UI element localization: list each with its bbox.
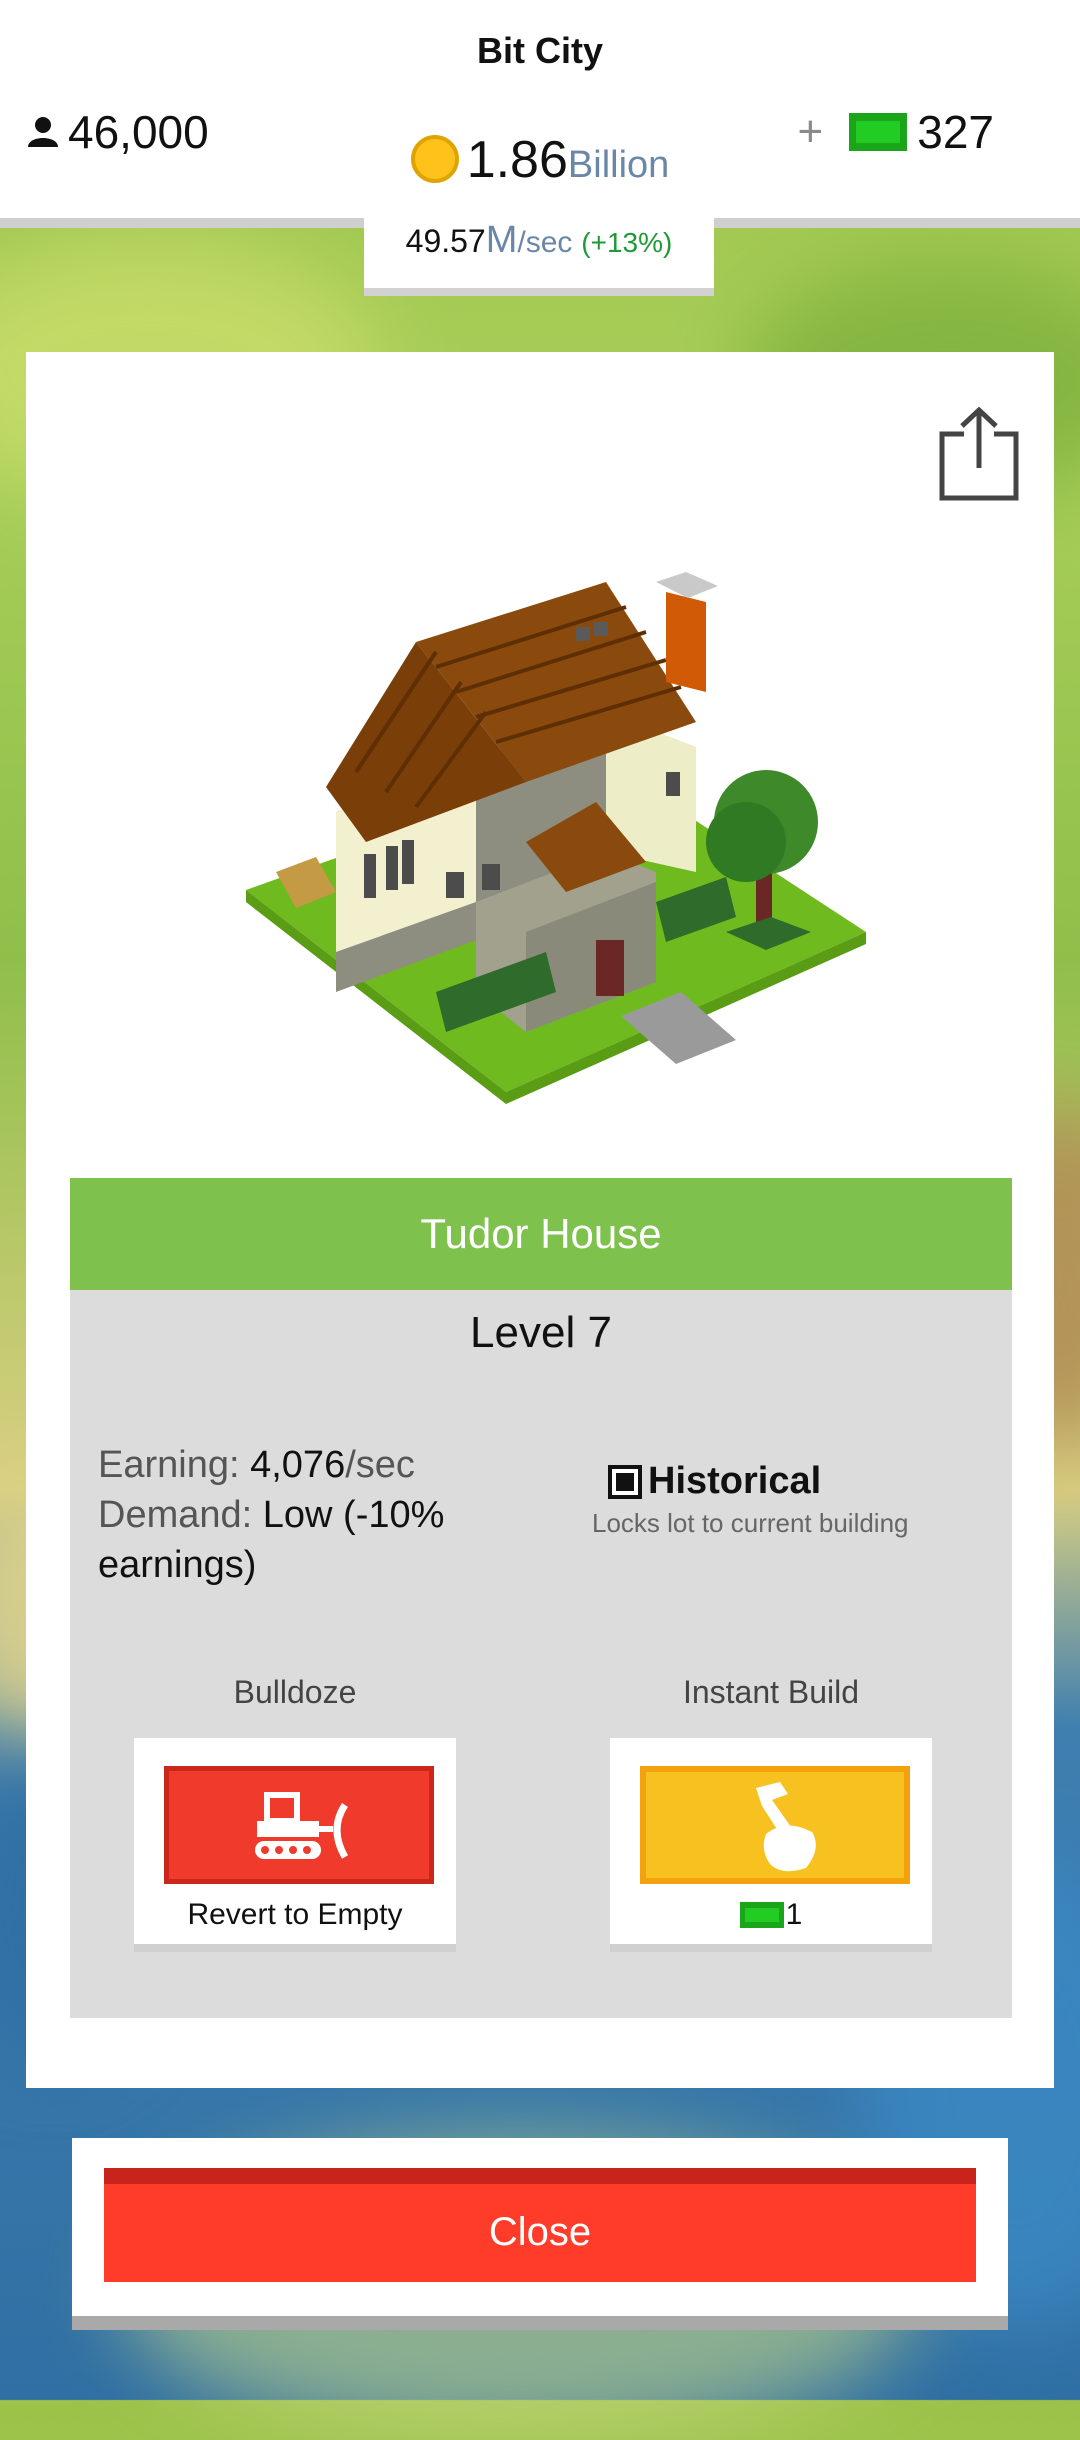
building-info-panel: Tudor House Level 7 Earning: 4,076/sec D… <box>70 1178 1012 2018</box>
checkbox-icon[interactable] <box>608 1464 642 1499</box>
demand-row: Demand: Low (-10% earnings) <box>98 1490 498 1590</box>
demand-label: Demand: <box>98 1494 253 1536</box>
building-level: Level 7 <box>470 1308 612 1357</box>
coins-unit: Billion <box>567 144 670 186</box>
instant-build-label: Instant Build <box>682 1674 860 1710</box>
earning-value: 4,076 <box>250 1444 346 1486</box>
close-button[interactable]: Close <box>104 2168 976 2282</box>
building-stats: Earning: 4,076/sec Demand: Low (-10% ear… <box>98 1440 498 1590</box>
hammer-hand-icon <box>756 1782 816 1872</box>
cash-icon <box>849 113 908 151</box>
instant-build-button[interactable] <box>640 1766 910 1884</box>
rate-value: 49.57 <box>405 223 486 259</box>
building-name: Tudor House <box>70 1178 1012 1290</box>
rate-change: (+13%) <box>581 227 673 258</box>
coins-value: 1.86 <box>466 131 568 189</box>
building-illustration <box>246 572 866 1104</box>
share-icon[interactable] <box>934 404 1024 504</box>
top-bar: Bit City 46,000 1.86Billion + 327 <box>0 0 1080 222</box>
app-title: Bit City <box>477 30 603 71</box>
historical-label: Historical <box>648 1460 822 1502</box>
historical-toggle[interactable]: Historical <box>608 1460 821 1503</box>
bulldoze-caption: Revert to Empty <box>187 1898 403 1931</box>
cash-value: 327 <box>917 106 994 158</box>
bulldozer-icon <box>255 1792 349 1859</box>
close-panel: Close <box>72 2138 1008 2330</box>
add-cash-button[interactable]: + <box>798 107 824 157</box>
earning-row: Earning: 4,076/sec <box>98 1440 498 1490</box>
bulldoze-button[interactable] <box>164 1766 434 1884</box>
coin-icon <box>410 135 459 183</box>
earning-label: Earning: <box>98 1444 240 1486</box>
historical-description: Locks lot to current building <box>592 1508 909 1538</box>
rate-suffix: /sec <box>517 226 573 259</box>
earning-unit: /sec <box>345 1444 415 1486</box>
instant-build-cost-value: 1 <box>785 1898 803 1931</box>
building-card: Tudor House Level 7 Earning: 4,076/sec D… <box>26 352 1054 2088</box>
cash-icon <box>739 1902 784 1928</box>
cash-display[interactable]: + 327 <box>798 105 994 159</box>
bulldoze-card[interactable]: Revert to Empty <box>134 1738 456 1952</box>
instant-build-cost: 1 <box>610 1898 932 1932</box>
bulldoze-label: Bulldoze <box>233 1674 357 1710</box>
instant-build-card[interactable]: 1 <box>610 1738 932 1952</box>
rate-unit: M <box>485 219 518 261</box>
income-rate: 49.57M/sec (+13%) <box>364 210 714 296</box>
